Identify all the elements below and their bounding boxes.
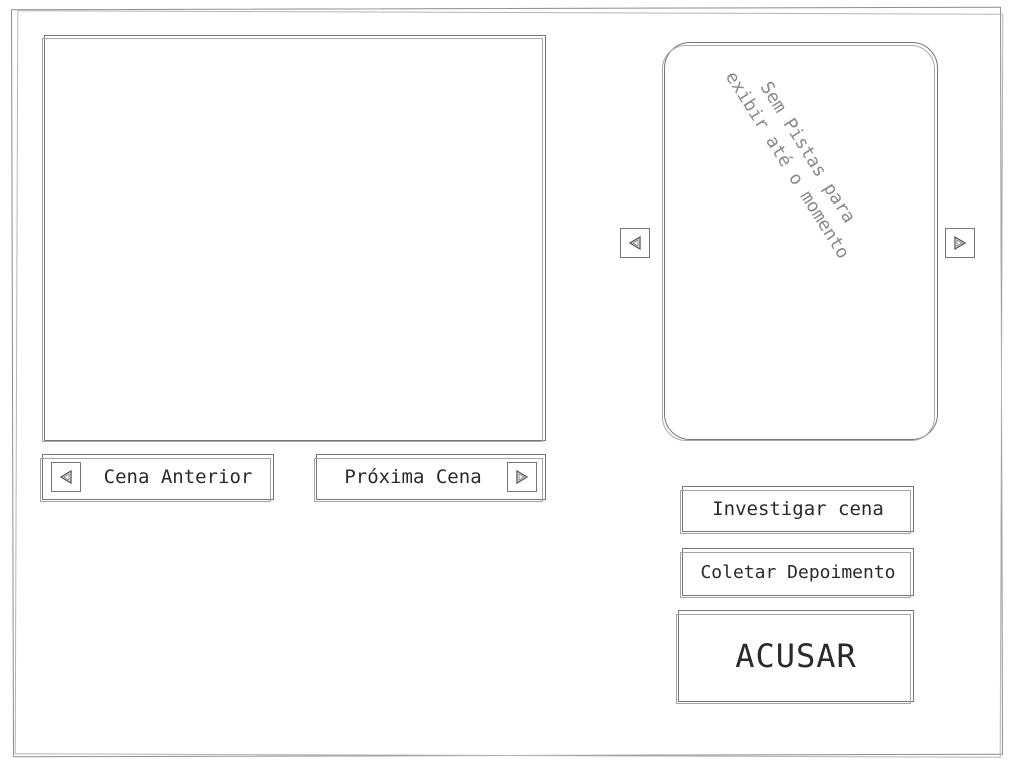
- accuse-button[interactable]: ACUSAR: [676, 610, 914, 704]
- accuse-label: ACUSAR: [735, 637, 857, 675]
- clue-panel: Sem Pistas para exibir até o momento: [662, 42, 938, 441]
- triangle-left-icon: [51, 462, 81, 492]
- collect-testimony-button[interactable]: Coletar Depoimento: [680, 548, 914, 598]
- investigate-scene-label: Investigar cena: [712, 498, 884, 520]
- previous-scene-label: Cena Anterior: [103, 466, 253, 488]
- scene-view-panel: [42, 35, 546, 442]
- triangle-left-icon: [628, 235, 641, 251]
- previous-scene-button[interactable]: Cena Anterior: [40, 454, 274, 502]
- clue-next-button[interactable]: [945, 228, 975, 258]
- collect-testimony-label: Coletar Depoimento: [700, 561, 896, 583]
- triangle-right-icon: [954, 235, 967, 251]
- investigate-scene-button[interactable]: Investigar cena: [680, 486, 914, 534]
- no-clues-message: Sem Pistas para exibir até o momento: [720, 67, 860, 263]
- next-scene-button[interactable]: Próxima Cena: [314, 454, 546, 502]
- triangle-right-icon: [507, 462, 537, 492]
- game-screen: Cena Anterior Próxima Cena Sem Pistas pa…: [0, 0, 1024, 768]
- next-scene-label: Próxima Cena: [344, 466, 482, 488]
- clue-previous-button[interactable]: [620, 228, 650, 258]
